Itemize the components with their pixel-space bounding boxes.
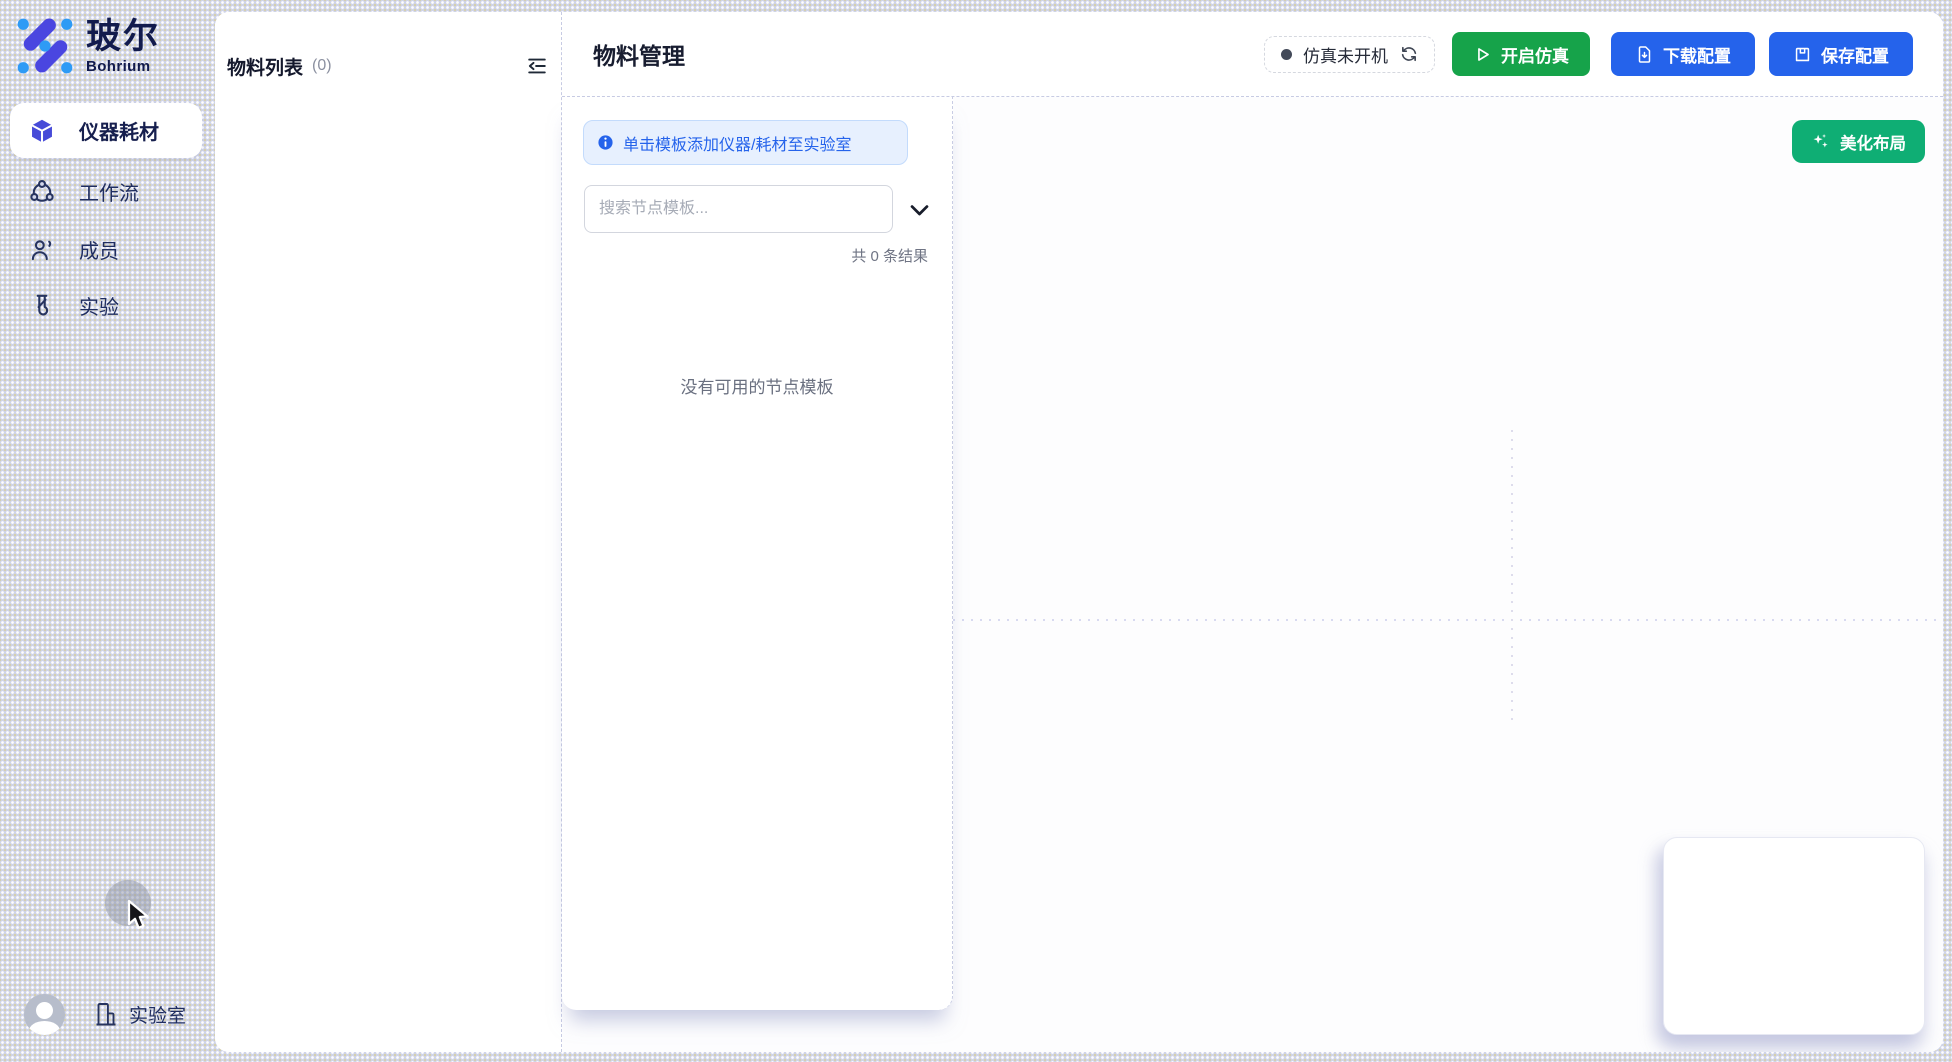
canvas-guide-horizontal (953, 619, 1943, 621)
brand-name-cn: 玻尔 (86, 17, 160, 57)
sidebar-item-experiments[interactable]: 实验 (10, 278, 202, 333)
sidebar-item-members[interactable]: 成员 (10, 222, 202, 277)
sidebar-item-label: 实验 (79, 291, 119, 320)
brand-logo: 玻尔 Bohrium (17, 17, 160, 75)
beautify-layout-button[interactable]: 美化布局 (1792, 120, 1925, 163)
workspace-container: 物料列表 (0) 物料管理 仿真未开机 (215, 12, 1943, 1052)
members-icon (29, 237, 55, 263)
materials-list-panel: 物料列表 (0) (215, 12, 561, 1052)
status-text: 仿真未开机 (1303, 42, 1388, 67)
indent-collapse-icon (526, 55, 548, 77)
play-icon (1473, 45, 1492, 64)
template-tip-text: 单击模板添加仪器/耗材至实验室 (623, 131, 851, 155)
canvas-area[interactable]: 单击模板添加仪器/耗材至实验室 共 0 条结果 没有可用的节点模板 (562, 97, 1943, 1052)
sidebar-footer: 实验室 (0, 988, 215, 1040)
building-icon (94, 1001, 118, 1027)
sidebar-item-label: 仪器耗材 (79, 116, 159, 145)
empty-state-text: 没有可用的节点模板 (562, 373, 952, 398)
workflow-icon (29, 179, 55, 205)
collapse-panel-button[interactable] (525, 54, 549, 78)
download-config-button[interactable]: 下载配置 (1611, 32, 1755, 76)
experiment-icon (29, 293, 55, 319)
start-simulation-button[interactable]: 开启仿真 (1452, 32, 1590, 76)
refresh-icon[interactable] (1400, 45, 1418, 63)
materials-list-title: 物料列表 (227, 53, 303, 80)
lab-label: 实验室 (129, 1001, 186, 1028)
simulation-status-pill[interactable]: 仿真未开机 (1264, 36, 1435, 73)
search-input[interactable] (584, 185, 893, 233)
chevron-down-icon (909, 203, 930, 218)
page-title: 物料管理 (593, 37, 685, 71)
bohrium-logo-icon (17, 17, 73, 75)
template-panel: 单击模板添加仪器/耗材至实验室 共 0 条结果 没有可用的节点模板 (562, 97, 953, 1010)
main-region: 物料管理 仿真未开机 开启仿真 (562, 12, 1943, 1052)
status-dot (1281, 49, 1292, 60)
cube-icon (29, 118, 55, 144)
sidebar-item-workflow[interactable]: 工作流 (10, 164, 202, 219)
app-screen: 玻尔 Bohrium 仪器耗材 工作流 (0, 0, 1952, 1062)
minimap[interactable] (1663, 837, 1925, 1035)
sidebar-item-lab[interactable]: 实验室 (94, 1001, 186, 1028)
user-avatar[interactable] (24, 994, 65, 1035)
save-config-button[interactable]: 保存配置 (1769, 32, 1913, 76)
info-icon (597, 134, 614, 151)
materials-list-count: (0) (312, 57, 332, 75)
sidebar-item-instruments[interactable]: 仪器耗材 (10, 103, 202, 158)
save-icon (1793, 45, 1812, 64)
expand-templates-button[interactable] (906, 198, 932, 222)
sidebar-item-label: 工作流 (79, 177, 139, 206)
file-download-icon (1635, 45, 1654, 64)
canvas-guide-vertical (1511, 430, 1513, 720)
sidebar-item-label: 成员 (79, 235, 119, 264)
result-count: 共 0 条结果 (851, 245, 928, 266)
sparkles-icon (1811, 132, 1830, 151)
page-header: 物料管理 仿真未开机 开启仿真 (562, 12, 1943, 97)
click-indicator (105, 880, 151, 926)
brand-name-en: Bohrium (86, 58, 160, 75)
template-tip-banner: 单击模板添加仪器/耗材至实验室 (583, 120, 908, 165)
